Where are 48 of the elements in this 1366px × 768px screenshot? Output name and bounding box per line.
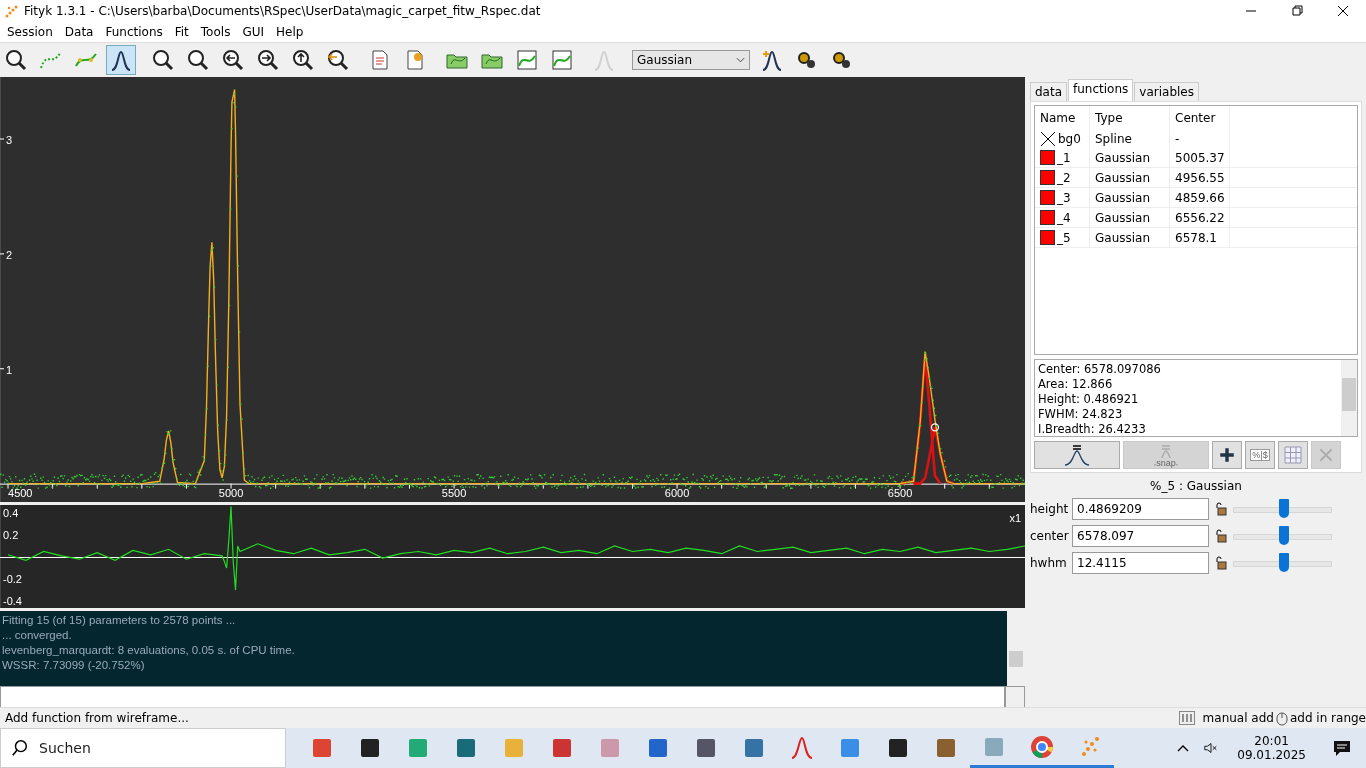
info-line: Height: 0.486921 <box>1038 392 1140 407</box>
parameter-label: center <box>1030 528 1070 543</box>
function-type: Gaussian <box>1090 188 1170 207</box>
log-line: WSSR: 7.73099 (-20.752%) <box>2 658 146 673</box>
function-type: Gaussian <box>1090 208 1170 227</box>
function-name: bg0 <box>1058 131 1081 146</box>
function-center: 4859.66 <box>1170 188 1230 207</box>
window-title: Fityk 1.3.1 - C:\Users\barba\Documents\RSpec\UserData\magic_carpet_fitw_Rspec.dat <box>24 4 541 18</box>
y-tick-label: 3 <box>6 134 13 147</box>
info-line: I.Breadth: 26.4233 <box>1038 422 1147 437</box>
function-name: _4 <box>1057 210 1071 225</box>
function-center: 4956.55 <box>1170 168 1230 187</box>
info-line: Area: 12.866 <box>1038 377 1114 392</box>
function-name: _3 <box>1057 190 1071 205</box>
function-center: - <box>1170 129 1230 148</box>
info-line: Center: 6578.097086 <box>1038 362 1162 377</box>
x-tick-label: 4500 <box>8 487 33 499</box>
function-type: Spline <box>1090 129 1170 148</box>
y-tick-label: 0.4 <box>3 507 19 519</box>
mouse-hint-text: manual add <box>1202 711 1274 725</box>
log-line: ... converged. <box>2 628 73 643</box>
x-tick-label: 5000 <box>218 487 244 499</box>
parameters-title: %_5 : Gaussian <box>1149 479 1243 493</box>
function-name: _5 <box>1057 230 1071 245</box>
mouse-hint-text: add in range <box>1289 711 1366 725</box>
x-tick-label: 5500 <box>441 487 467 499</box>
log-line: levenberg_marquardt: 8 evaluations, 0.05 s. of CPU time. <box>2 643 296 658</box>
parameter-label: height <box>1030 501 1070 516</box>
function-center: 6578.1 <box>1170 228 1230 247</box>
function-name: _2 <box>1057 170 1071 185</box>
y-tick-label: -0.2 <box>3 573 22 585</box>
status-text: Add function from wireframe... <box>5 711 189 725</box>
function-type: Gaussian <box>1090 148 1170 167</box>
function-type: Gaussian <box>1090 228 1170 247</box>
x-tick-label: 6500 <box>887 487 913 499</box>
info-line: FWHM: 24.823 <box>1038 407 1124 422</box>
function-center: 6556.22 <box>1170 208 1230 227</box>
function-type: Gaussian <box>1090 168 1170 187</box>
y-tick-label: 1 <box>6 363 13 376</box>
y-tick-label: 2 <box>6 248 13 261</box>
x-tick-label: 6000 <box>664 487 690 499</box>
y-tick-label: -0.4 <box>3 594 22 607</box>
scale-label: x1 <box>1009 512 1021 524</box>
function-name: _1 <box>1057 150 1071 165</box>
log-line: Fitting 15 (of 15) parameters to 2578 points ... <box>2 613 237 628</box>
function-center: 5005.37 <box>1170 148 1230 167</box>
y-tick-label: 0.2 <box>3 529 19 541</box>
parameter-label: hwhm <box>1030 555 1068 570</box>
